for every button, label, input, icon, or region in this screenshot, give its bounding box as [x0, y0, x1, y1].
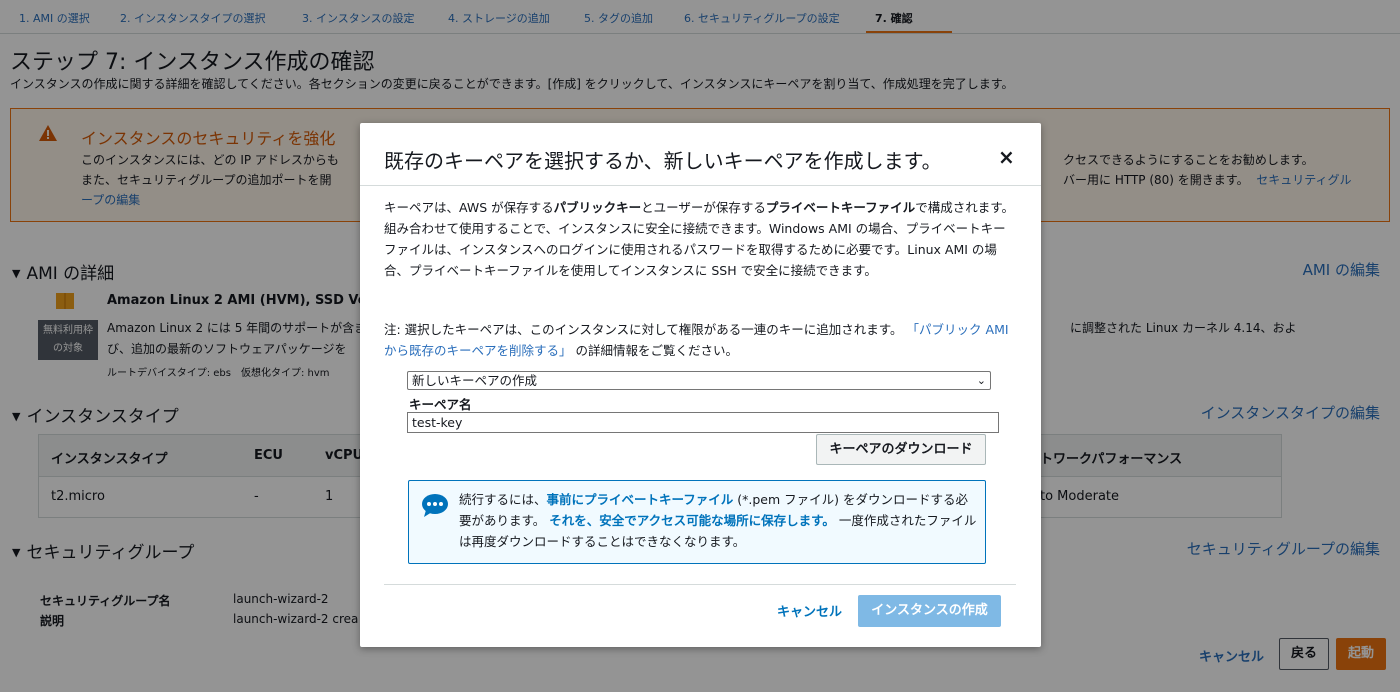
- chevron-down-icon: ⌄: [976, 374, 986, 387]
- private-key-file-term: プライベートキーファイル: [765, 200, 916, 215]
- text: とユーザーが保存する: [641, 200, 766, 215]
- key-pair-note: 注: 選択したキーペアは、このインスタンスに対して権限がある一連のキーに追加され…: [384, 319, 1014, 361]
- key-pair-name-label: キーペア名: [409, 397, 472, 412]
- text: キーペアは、AWS が保存する: [384, 200, 554, 215]
- download-key-pair-button[interactable]: キーペアのダウンロード: [816, 434, 986, 465]
- dialog-title: 既存のキーペアを選択するか、新しいキーペアを作成します。: [384, 149, 942, 173]
- download-info-text: 続行するには、事前にプライベートキーファイル (*.pem ファイル) をダウン…: [459, 489, 979, 552]
- key-pair-option-select[interactable]: 新しいキーペアの作成 ⌄: [407, 371, 991, 390]
- public-key-term: パブリックキー: [553, 200, 642, 215]
- dialog-cancel-button[interactable]: キャンセル: [777, 601, 842, 620]
- highlight: それを、安全でアクセス可能な場所に保存します。: [549, 513, 835, 528]
- key-pair-name-input[interactable]: test-key: [407, 412, 999, 433]
- create-instance-button[interactable]: インスタンスの作成: [858, 595, 1001, 627]
- highlight: 事前にプライベートキーファイル: [546, 492, 734, 507]
- dialog-footer-divider: [384, 584, 1016, 585]
- text: 続行するには、: [459, 492, 547, 507]
- dialog-header-divider: [360, 185, 1041, 186]
- text: の詳細情報をご覧ください。: [575, 343, 739, 358]
- text: 注: 選択したキーペアは、このインスタンスに対して権限がある一連のキーに追加され…: [384, 322, 903, 337]
- download-info-box: 続行するには、事前にプライベートキーファイル (*.pem ファイル) をダウン…: [408, 480, 986, 564]
- select-value: 新しいキーペアの作成: [412, 373, 538, 388]
- key-pair-dialog: 既存のキーペアを選択するか、新しいキーペアを作成します。 × キーペアは、AWS…: [360, 123, 1041, 647]
- key-pair-explanation: キーペアは、AWS が保存するパブリックキーとユーザーが保存するプライベートキー…: [384, 197, 1014, 281]
- chat-bubble-icon: [422, 494, 448, 517]
- close-icon[interactable]: ×: [998, 145, 1015, 169]
